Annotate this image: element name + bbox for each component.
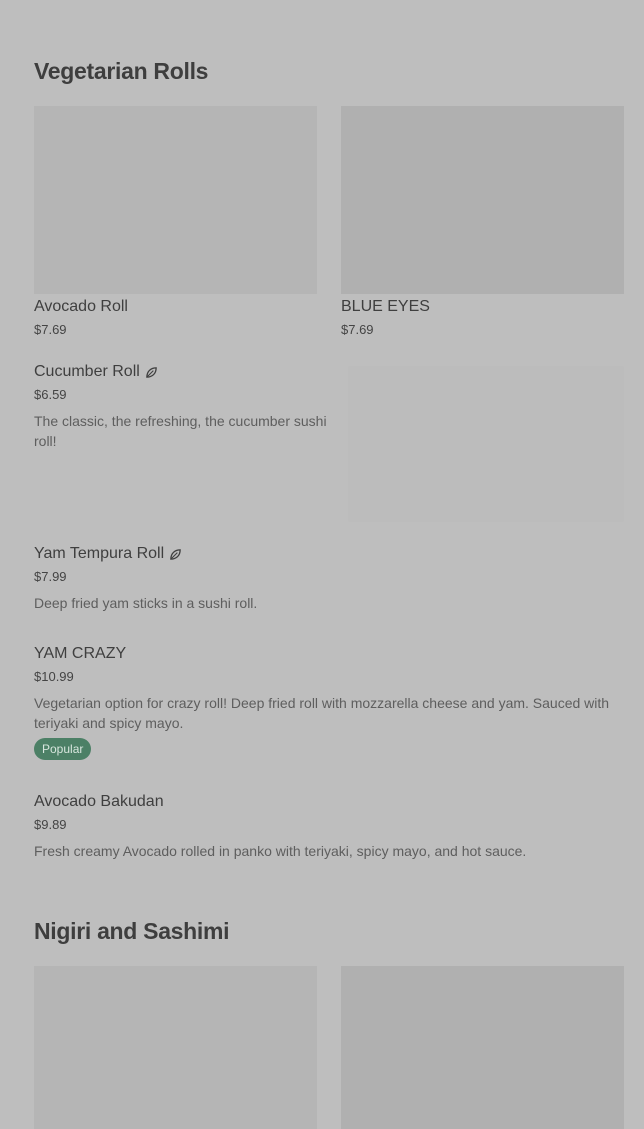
- item-price: $7.69: [341, 322, 374, 337]
- menu-item-cucumber-roll[interactable]: Cucumber Roll $6.59 The classic, the ref…: [34, 363, 339, 451]
- item-price: $10.99: [34, 669, 74, 684]
- item-image: [34, 966, 317, 1129]
- item-description: Vegetarian option for crazy roll! Deep f…: [34, 695, 610, 731]
- item-description: The classic, the refreshing, the cucumbe…: [34, 413, 327, 449]
- menu-card-nigiri-1[interactable]: [34, 966, 317, 1129]
- item-name: Yam Tempura Roll: [34, 545, 165, 562]
- menu-item-yam-crazy[interactable]: YAM CRAZY $10.99 Vegetarian option for c…: [34, 645, 610, 760]
- item-description: Deep fried yam sticks in a sushi roll.: [34, 595, 258, 611]
- leaf-icon: [170, 548, 181, 560]
- menu-card-nigiri-2[interactable]: [341, 966, 624, 1129]
- item-name-row: Cucumber Roll: [34, 363, 339, 381]
- leaf-icon: [146, 366, 157, 378]
- item-name: YAM CRAZY: [34, 645, 127, 662]
- menu-page: Vegetarian Rolls Avocado Roll $7.69 BLUE…: [0, 0, 644, 1129]
- item-name: BLUE EYES: [341, 298, 430, 315]
- item-image: [341, 106, 624, 294]
- item-name-row: Yam Tempura Roll: [34, 545, 610, 563]
- item-price: $7.99: [34, 569, 67, 584]
- item-image: [341, 966, 624, 1129]
- item-price: $9.89: [34, 817, 67, 832]
- item-name: Avocado Bakudan: [34, 793, 164, 810]
- item-thumbnail[interactable]: [348, 366, 624, 522]
- item-price: $7.69: [34, 322, 67, 337]
- item-description: Fresh creamy Avocado rolled in panko wit…: [34, 843, 527, 859]
- menu-item-yam-tempura-roll[interactable]: Yam Tempura Roll $7.99 Deep fried yam st…: [34, 545, 610, 613]
- item-name: Avocado Roll: [34, 298, 128, 315]
- section-title-vegetarian-rolls: Vegetarian Rolls: [34, 58, 209, 84]
- menu-item-avocado-bakudan[interactable]: Avocado Bakudan $9.89 Fresh creamy Avoca…: [34, 793, 610, 861]
- popular-badge: Popular: [34, 738, 92, 760]
- item-name: Cucumber Roll: [34, 363, 140, 380]
- item-price: $6.59: [34, 387, 67, 402]
- item-image: [34, 106, 317, 294]
- section-title-nigiri-and-sashimi: Nigiri and Sashimi: [34, 918, 230, 944]
- menu-card-avocado-roll[interactable]: Avocado Roll $7.69: [34, 106, 317, 337]
- menu-card-blue-eyes[interactable]: BLUE EYES $7.69: [341, 106, 624, 337]
